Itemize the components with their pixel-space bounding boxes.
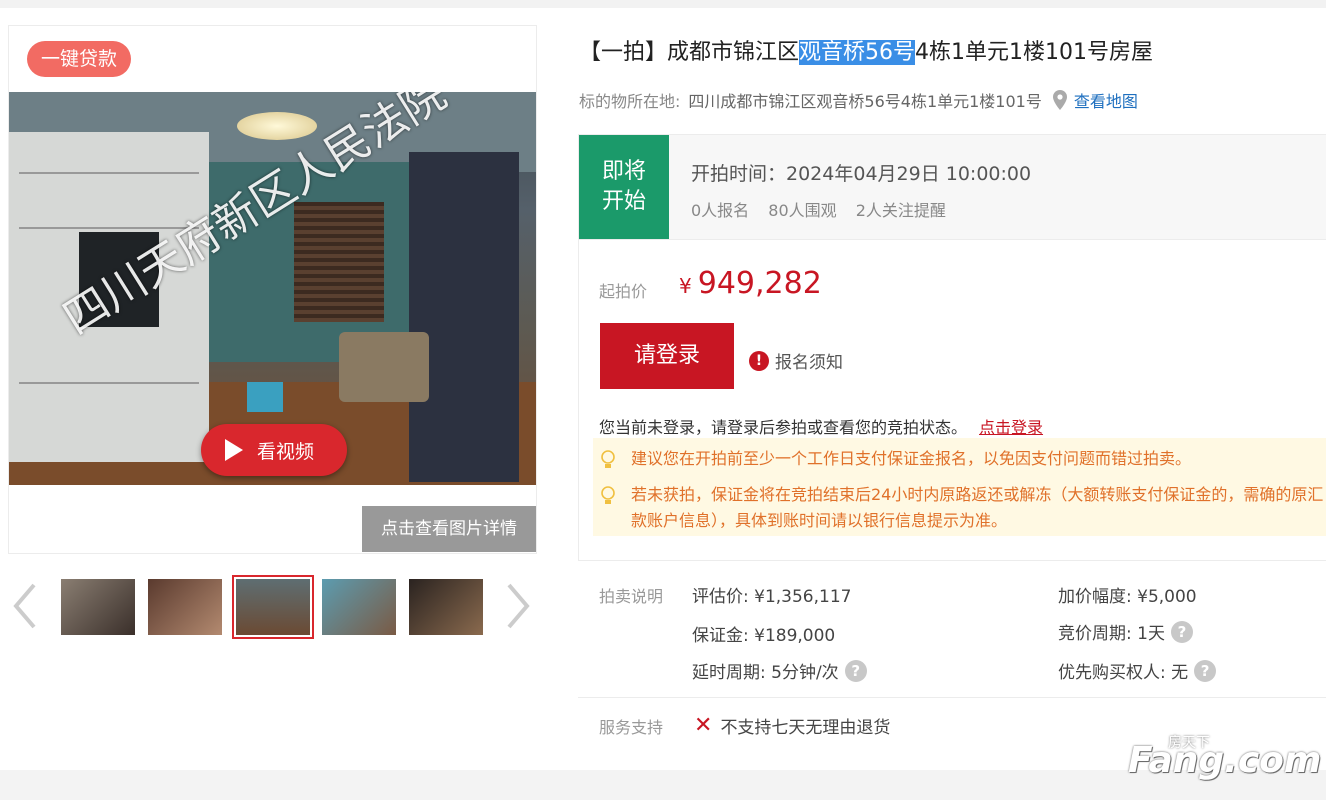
deposit-text: 保证金: ¥189,000: [692, 626, 836, 646]
lightbulb-icon: [601, 450, 615, 468]
login-tip: 您当前未登录，请登录后参拍或查看您的竞拍状态。 点击登录: [599, 414, 1043, 438]
thumbnail[interactable]: [409, 579, 483, 635]
login-tip-text: 您当前未登录，请登录后参拍或查看您的竞拍状态。: [599, 418, 968, 437]
image-gallery: 一键贷款 四川天府新区人民法院 看视频 点击查看图片详情: [8, 25, 537, 554]
next-arrow-icon[interactable]: [505, 581, 531, 631]
status-badge: 即将 开始: [579, 135, 669, 239]
starting-price-label: 起拍价: [599, 282, 648, 301]
service-text: 不支持七天无理由退货: [720, 718, 891, 738]
auction-info: 拍卖说明 评估价: ¥1,356,117 加价幅度: ¥5,000 保证金: ¥…: [578, 575, 1326, 700]
cabinet-shelf: [19, 382, 199, 384]
status-line-2: 开始: [601, 189, 646, 214]
video-button-label: 看视频: [257, 440, 315, 463]
location-value: 四川成都市锦江区观音桥56号4栋1单元1楼101号: [688, 92, 1042, 111]
fang-logo: 房天下 Fang.com: [1128, 732, 1321, 788]
location-label: 标的物所在地:: [579, 92, 681, 111]
starting-price: ¥949,282: [679, 266, 822, 301]
click-login-link[interactable]: 点击登录: [979, 418, 1043, 437]
priority-text: 优先购买权人: 无: [1058, 663, 1189, 683]
map-pin-icon: [1052, 90, 1067, 110]
tip-text: 若未获拍，保证金将在竞拍结束后24小时内原路返还或解冻（大额转账支付保证金的，需…: [631, 485, 1324, 530]
help-icon[interactable]: ?: [1194, 659, 1217, 682]
view-image-details-button[interactable]: 点击查看图片详情: [362, 506, 536, 552]
thumbnail-strip: [8, 565, 535, 650]
photo-door: [409, 152, 519, 482]
play-icon: [225, 439, 243, 461]
title-prefix: 【一拍】成都市锦江区: [579, 40, 800, 65]
loan-badge[interactable]: 一键贷款: [27, 41, 132, 77]
title-suffix: 4栋1单元1楼101号房屋: [915, 40, 1153, 65]
cycle-text: 竞价周期: 1天: [1058, 624, 1165, 644]
start-time: 开拍时间：2024年04月29日 10:00:00: [691, 163, 1032, 185]
exclamation-icon: !: [749, 350, 769, 371]
thumbnail[interactable]: [148, 579, 222, 635]
view-map-link[interactable]: 查看地图: [1074, 88, 1138, 112]
thumbnail-active[interactable]: [232, 575, 314, 639]
service-label: 服务支持: [599, 718, 664, 737]
thumbnail[interactable]: [61, 579, 135, 635]
location-row: 标的物所在地: 四川成都市锦江区观音桥56号4栋1单元1楼101号 查看地图: [579, 88, 1138, 112]
cabinet-shelf: [19, 172, 199, 174]
service-item: ✕ 不支持七天无理由退货: [694, 713, 890, 738]
title-highlight: 观音桥56号: [799, 40, 916, 65]
watch-video-button[interactable]: 看视频: [201, 424, 347, 476]
priority-buyer: 优先购买权人: 无?: [1058, 658, 1217, 683]
follower-count: 2人关注提醒: [855, 201, 946, 220]
photo-stool: [247, 382, 283, 412]
lightbulb-icon: [601, 486, 615, 504]
notice-label: 报名须知: [775, 353, 843, 373]
bidding-cycle: 竞价周期: 1天?: [1058, 619, 1193, 644]
price-panel: 起拍价 ¥949,282 请登录 ! 报名须知 您当前未登录，请登录后参拍或查看…: [578, 238, 1326, 561]
registration-notice-link[interactable]: ! 报名须知: [749, 348, 843, 373]
deposit: 保证金: ¥189,000: [692, 621, 835, 646]
price-value: 949,282: [697, 266, 822, 301]
listing-title: 【一拍】成都市锦江区观音桥56号4栋1单元1楼101号房屋: [579, 34, 1153, 66]
login-button[interactable]: 请登录: [600, 323, 734, 389]
photo-blinds: [294, 202, 384, 322]
cross-icon: ✕: [694, 713, 713, 738]
increment-text: 加价幅度: ¥5,000: [1058, 587, 1197, 607]
status-line-1: 即将: [601, 159, 646, 184]
photo-clutter: [339, 332, 429, 402]
top-strip: [0, 0, 1326, 8]
divider: [578, 697, 1326, 698]
tip-item: 建议您在开拍前至少一个工作日支付保证金报名，以免因支付问题而错过拍卖。: [601, 446, 1192, 472]
delay-text: 延时周期: 5分钟/次: [692, 663, 839, 683]
auction-status: 即将 开始 开拍时间：2024年04月29日 10:00:00 0人报名 80人…: [578, 134, 1326, 240]
appraisal-price: 评估价: ¥1,356,117: [692, 582, 851, 607]
participation-counts: 0人报名 80人围观 2人关注提醒: [691, 197, 960, 221]
logo-big: Fang.com: [1128, 740, 1322, 781]
help-icon[interactable]: ?: [844, 659, 867, 682]
bid-increment: 加价幅度: ¥5,000: [1058, 582, 1197, 607]
tip-text: 建议您在开拍前至少一个工作日支付保证金报名，以免因支付问题而错过拍卖。: [631, 449, 1192, 468]
delay-cycle: 延时周期: 5分钟/次?: [692, 658, 867, 683]
prev-arrow-icon[interactable]: [12, 581, 38, 631]
tips-box: 建议您在开拍前至少一个工作日支付保证金报名，以免因支付问题而错过拍卖。 若未获拍…: [593, 438, 1326, 536]
registered-count: 0人报名: [691, 201, 750, 220]
auction-info-label: 拍卖说明: [599, 587, 664, 606]
main-photo[interactable]: 四川天府新区人民法院 看视频: [9, 92, 536, 485]
help-icon[interactable]: ?: [1170, 620, 1193, 643]
tip-item: 若未获拍，保证金将在竞拍结束后24小时内原路返还或解冻（大额转账支付保证金的，需…: [601, 482, 1325, 534]
appraisal-text: 评估价: ¥1,356,117: [692, 587, 852, 607]
currency-symbol: ¥: [679, 274, 692, 298]
thumbnail[interactable]: [322, 579, 396, 635]
watching-count: 80人围观: [768, 201, 837, 220]
